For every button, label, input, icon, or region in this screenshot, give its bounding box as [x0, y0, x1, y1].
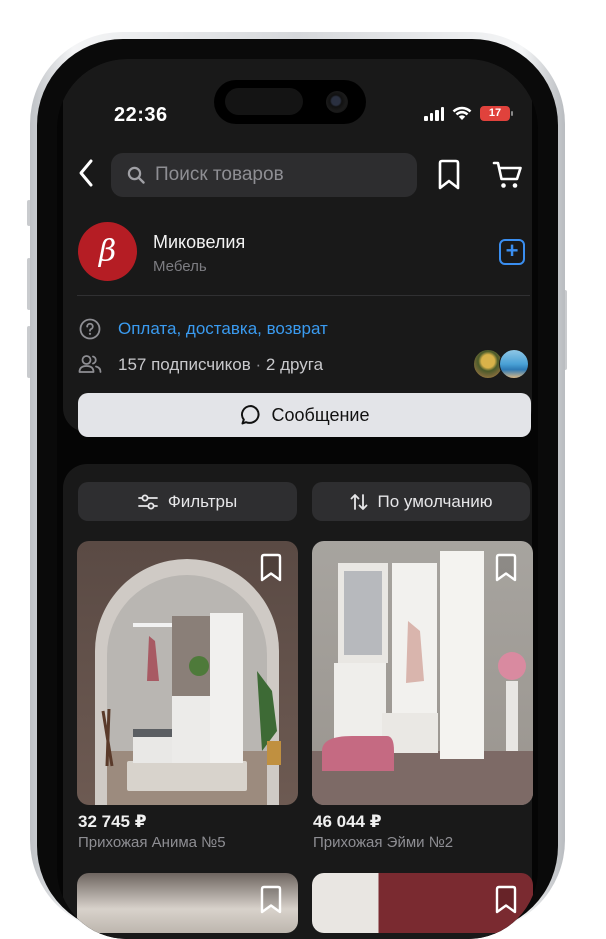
payment-delivery-return-link[interactable]: Оплата, доставка, возврат	[118, 319, 328, 339]
search-placeholder: Поиск товаров	[155, 164, 284, 185]
question-circle-icon	[79, 318, 101, 340]
battery-indicator: 17	[480, 106, 513, 121]
product-image[interactable]	[312, 541, 533, 805]
screen: 22:36 17 Поиск товаров β Миковелия Мебел…	[57, 59, 538, 939]
product-name[interactable]: Прихожая Эйми №2	[313, 834, 453, 851]
friends-count: 2 друга	[265, 355, 324, 374]
status-icons: 17	[424, 106, 513, 121]
dynamic-island	[214, 80, 366, 124]
search-input[interactable]: Поиск товаров	[111, 153, 417, 197]
phone-frame: 22:36 17 Поиск товаров β Миковелия Мебел…	[30, 32, 565, 939]
sort-button[interactable]: По умолчанию	[312, 482, 530, 521]
status-time: 22:36	[114, 104, 168, 126]
message-button-label: Сообщение	[271, 404, 370, 425]
bookmark-icon[interactable]	[493, 885, 519, 915]
divider	[77, 295, 530, 296]
filter-sliders-icon	[137, 494, 158, 509]
subscribers-count: 157 подписчиков	[118, 355, 251, 374]
product-name[interactable]: Прихожая Анима №5	[78, 834, 226, 851]
shop-avatar[interactable]: β	[78, 222, 137, 281]
friend-avatar	[499, 349, 529, 379]
back-arrow-icon[interactable]	[77, 157, 97, 189]
product-price: 46 044 ₽	[313, 812, 382, 831]
shop-category: Мебель	[153, 258, 207, 275]
filters-label: Фильтры	[167, 491, 238, 511]
bookmark-icon[interactable]	[436, 159, 462, 191]
sort-arrows-icon	[350, 493, 367, 510]
sort-label: По умолчанию	[377, 491, 493, 511]
bookmark-icon[interactable]	[258, 885, 284, 915]
message-button[interactable]: Сообщение	[78, 393, 531, 437]
people-icon	[78, 355, 102, 373]
subscribers-line[interactable]: 157 подписчиков · 2 друга	[118, 355, 323, 375]
wifi-icon	[452, 106, 472, 120]
search-icon	[127, 166, 145, 184]
separator: ·	[255, 355, 262, 374]
filters-button[interactable]: Фильтры	[78, 482, 297, 521]
camera-icon	[326, 91, 348, 113]
cart-icon[interactable]	[492, 159, 524, 191]
chat-bubble-icon	[240, 405, 260, 425]
product-price: 32 745 ₽	[78, 812, 147, 831]
bookmark-icon[interactable]	[258, 553, 284, 583]
product-image[interactable]	[312, 873, 533, 933]
friends-avatars[interactable]	[473, 349, 531, 379]
product-image[interactable]	[77, 873, 298, 933]
bookmark-icon[interactable]	[493, 553, 519, 583]
product-image[interactable]	[77, 541, 298, 805]
shop-name[interactable]: Миковелия	[153, 232, 245, 253]
cellular-signal-icon	[424, 106, 444, 121]
phone-bezel: 22:36 17 Поиск товаров β Миковелия Мебел…	[37, 39, 558, 939]
subscribe-plus-icon[interactable]: +	[499, 239, 525, 265]
